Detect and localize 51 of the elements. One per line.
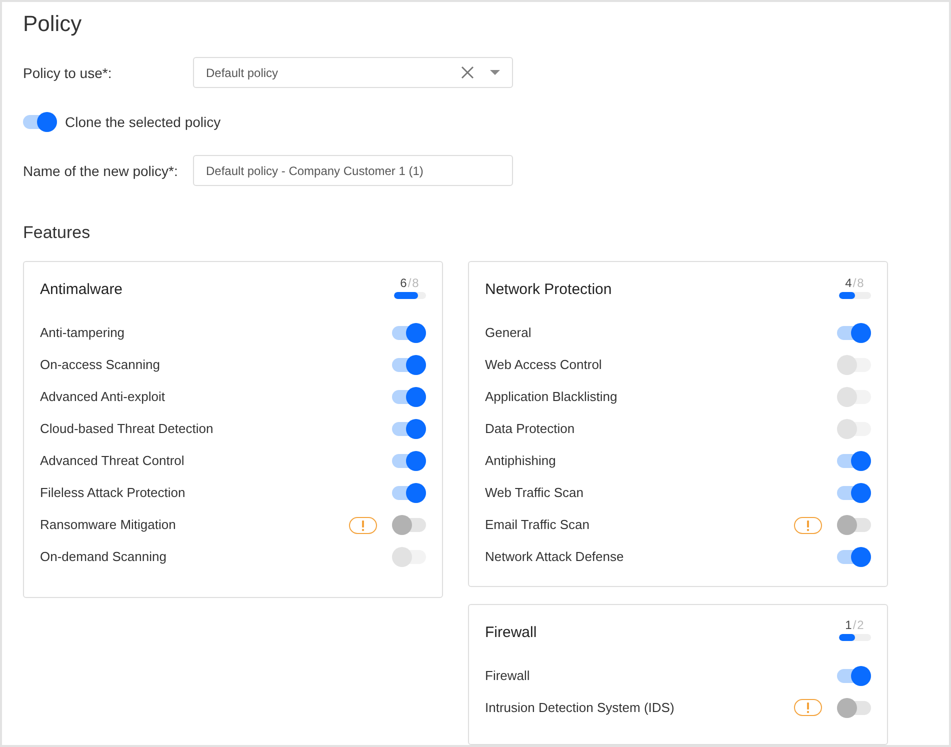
toggle-switch[interactable] — [23, 112, 57, 132]
section-heading: Features — [23, 222, 90, 244]
field-label: Name of the new policy*: — [23, 162, 179, 180]
toggle-switch[interactable] — [837, 547, 871, 567]
toggle-switch[interactable] — [392, 451, 426, 471]
toggle-switch[interactable] — [837, 323, 871, 343]
feature-label: Application Blacklisting — [485, 389, 618, 405]
page-title: Policy — [23, 10, 82, 38]
toggle-switch[interactable] — [837, 666, 871, 686]
feature-label: Ransomware Mitigation — [40, 517, 177, 533]
toggle-switch[interactable] — [837, 451, 871, 471]
total-count: /8 — [408, 276, 420, 290]
feature-label: Firewall — [485, 668, 531, 684]
toggle-switch[interactable] — [392, 323, 426, 343]
card-title: Network Protection — [485, 280, 612, 300]
feature-label: Antiphishing — [485, 453, 557, 469]
feature-label: Email Traffic Scan — [485, 517, 591, 533]
feature-label: Fileless Attack Protection — [40, 485, 186, 501]
feature-label: Network Attack Defense — [485, 549, 625, 565]
toggle-label: Clone the selected policy — [65, 113, 221, 131]
enabled-count: 6 — [400, 276, 407, 290]
card-title: Antimalware — [40, 280, 123, 300]
feature-label: Web Access Control — [485, 357, 603, 373]
toggle-switch[interactable] — [837, 515, 871, 535]
feature-label: Advanced Threat Control — [40, 453, 186, 469]
feature-label: Intrusion Detection System (IDS) — [485, 700, 676, 716]
clear-icon[interactable] — [461, 66, 474, 79]
toggle-switch[interactable] — [392, 387, 426, 407]
feature-label: Data Protection — [485, 421, 576, 437]
policy-select[interactable]: Default policy — [193, 57, 513, 88]
toggle-switch[interactable] — [837, 698, 871, 718]
field-label: Policy to use*: — [23, 64, 113, 82]
toggle-switch[interactable] — [392, 483, 426, 503]
total-count: /8 — [852, 276, 865, 290]
card-title: Firewall — [485, 622, 537, 643]
feature-label: On-access Scanning — [40, 357, 161, 373]
caret-icon[interactable] — [490, 70, 500, 75]
toggle-switch[interactable] — [392, 419, 426, 439]
enabled-count: 4 — [845, 276, 852, 290]
feature-label: General — [485, 325, 532, 341]
feature-label: On-demand Scanning — [40, 549, 168, 565]
enabled-count: 1 — [845, 618, 852, 632]
total-count: /2 — [852, 618, 865, 632]
feature-label: Cloud-based Threat Detection — [40, 421, 214, 437]
policy-name-field[interactable]: Default policy - Company Customer 1 (1) — [193, 155, 513, 186]
feature-label: Web Traffic Scan — [485, 485, 585, 501]
feature-label: Advanced Anti-exploit — [40, 389, 166, 405]
toggle-switch[interactable] — [392, 355, 426, 375]
toggle-switch[interactable] — [392, 515, 426, 535]
feature-label: Anti-tampering — [40, 325, 126, 341]
toggle-switch[interactable] — [837, 483, 871, 503]
